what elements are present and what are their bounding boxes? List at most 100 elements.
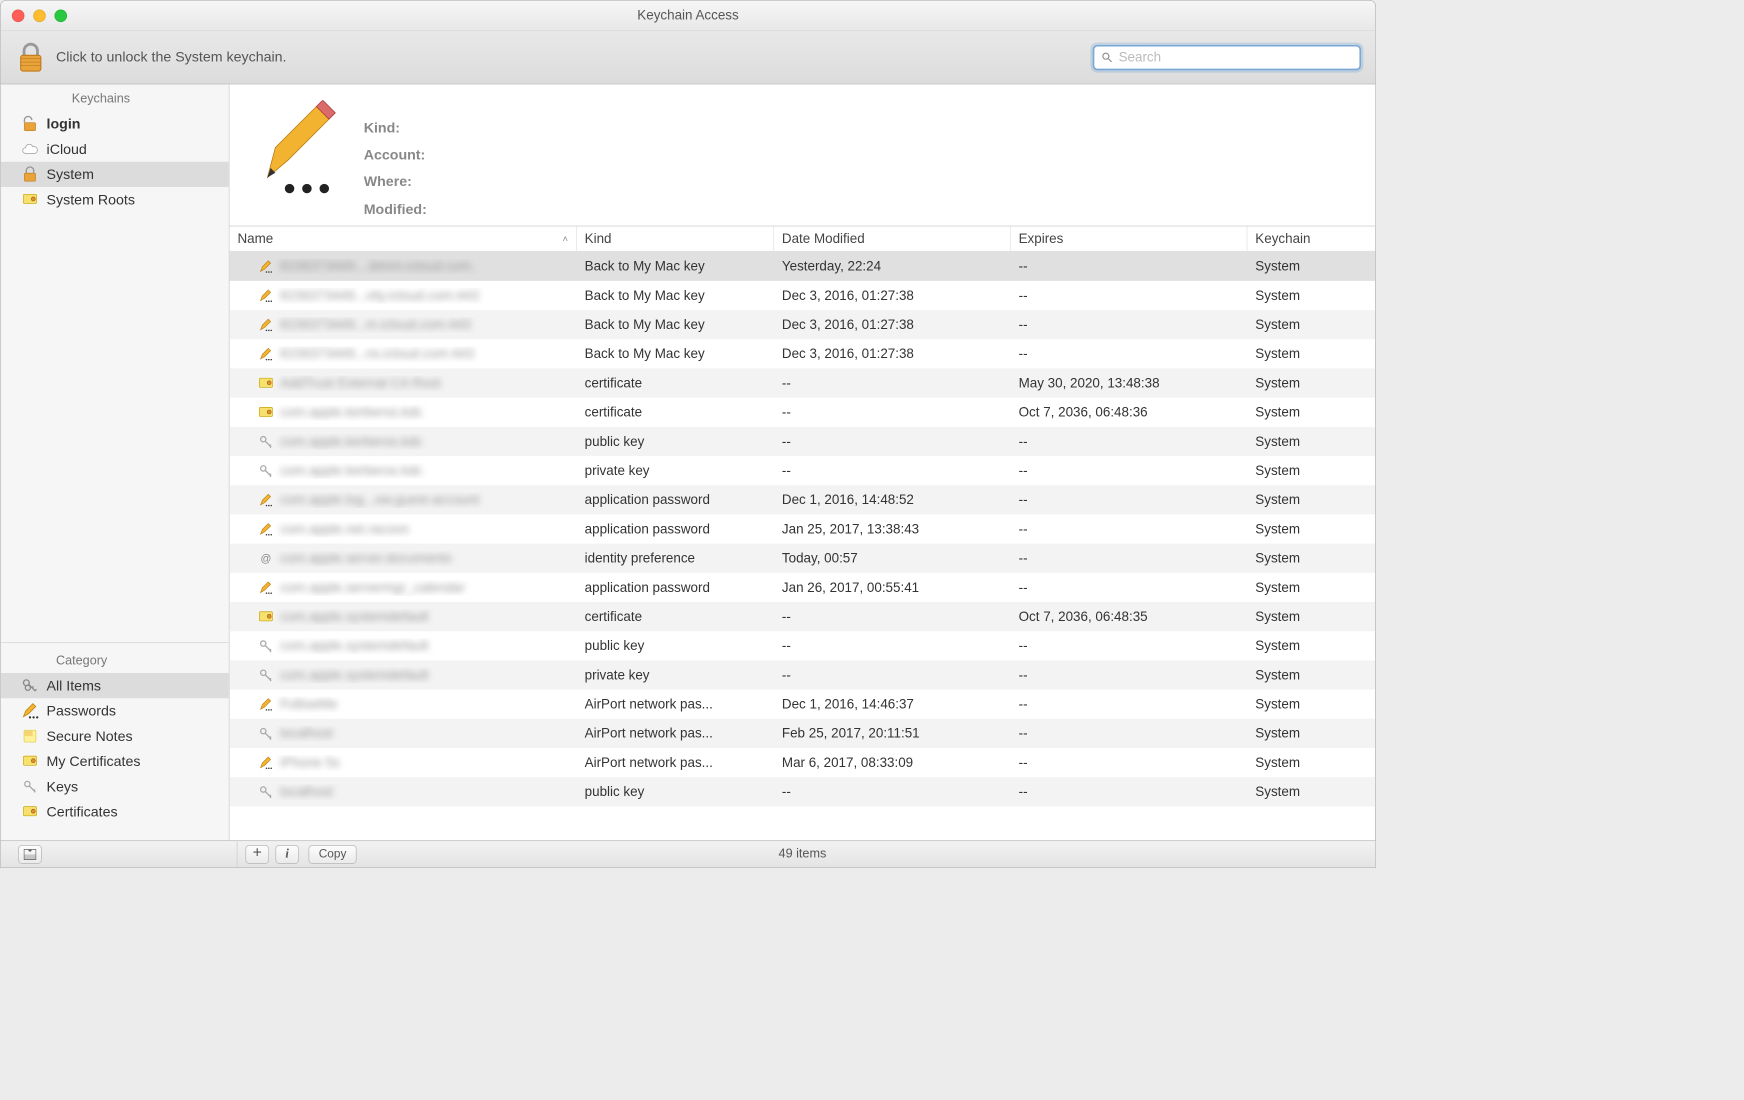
row-date: Mar 6, 2017, 08:33:09 [774,755,1011,771]
table-row[interactable]: localhost AirPort network pas...Feb 25, 2… [230,719,1376,748]
table-row[interactable]: localhostpublic key----System [230,777,1376,806]
table-row[interactable]: com.apple.kerberos.kdcpublic key----Syst… [230,427,1376,456]
search-field[interactable] [1093,45,1361,70]
col-name[interactable]: Name ˄ [230,226,577,250]
keychain-label: login [47,116,81,133]
category-label: Keys [47,778,79,795]
table-row[interactable]: 8156373449...ns.icloud.com:443Back to My… [230,339,1376,368]
table-row[interactable]: com.apple.net.racoonapplication password… [230,514,1376,543]
row-keychain: System [1247,696,1375,712]
row-date: -- [774,667,1011,683]
col-expires[interactable]: Expires [1011,226,1248,250]
row-keychain: System [1247,288,1375,304]
row-date: Today, 00:57 [774,550,1011,566]
category-item-all-items[interactable]: All Items [1,673,229,698]
toolbar: Click to unlock the System keychain. [1,31,1375,85]
keychain-label: System [47,166,94,183]
password-icon [253,100,340,195]
row-kind: Back to My Mac key [577,258,774,274]
row-expires: -- [1011,755,1248,771]
col-kind[interactable]: Kind [577,226,774,250]
col-date[interactable]: Date Modified [774,226,1011,250]
cloud-icon [21,140,38,157]
row-kind: Back to My Mac key [577,346,774,362]
row-keychain: System [1247,609,1375,625]
table-row[interactable]: com.apple.kerberos.kdcprivate key----Sys… [230,456,1376,485]
key-icon [258,667,274,683]
row-kind: public key [577,638,774,654]
row-expires: -- [1011,434,1248,450]
table-row[interactable]: 8156373449...vity.icloud.com:443Back to … [230,281,1376,310]
row-expires: Oct 7, 2036, 06:48:35 [1011,609,1248,625]
keychain-list: login iCloud System System Roots [1,111,229,212]
row-expires: -- [1011,638,1248,654]
category-item-keys[interactable]: Keys [1,774,229,799]
table-row[interactable]: iPhone 5sAirPort network pas...Mar 6, 20… [230,748,1376,777]
category-header: Category [1,646,229,673]
table-row[interactable]: 8156373449...m.icloud.com:443Back to My … [230,310,1376,339]
row-kind: application password [577,521,774,537]
category-item-passwords[interactable]: Passwords [1,698,229,723]
titlebar: Keychain Access [1,1,1375,31]
row-expires: -- [1011,463,1248,479]
table-row[interactable]: AddTrust External CA Rootcertificate--Ma… [230,368,1376,397]
row-kind: AirPort network pas... [577,696,774,712]
table-row[interactable]: com.apple.systemdefaultprivate key----Sy… [230,660,1376,689]
keychain-item-system[interactable]: System [1,162,229,187]
table-row[interactable]: com.apple.systemdefaultcertificate--Oct … [230,602,1376,631]
row-name: 8156373449....btmm.icloud.com. [280,258,475,274]
row-keychain: System [1247,404,1375,420]
row-expires: -- [1011,667,1248,683]
row-keychain: System [1247,638,1375,654]
keychain-item-system-roots[interactable]: System Roots [1,187,229,212]
row-kind: Back to My Mac key [577,288,774,304]
toggle-pane-button[interactable] [18,845,42,864]
table-row[interactable]: FollowMeAirPort network pas...Dec 1, 201… [230,690,1376,719]
row-kind: certificate [577,375,774,391]
row-name: com.apple.kerberos.kdc [280,463,422,479]
row-keychain: System [1247,755,1375,771]
row-expires: Oct 7, 2036, 06:48:36 [1011,404,1248,420]
row-name: com.apple.systemdefault [280,609,428,625]
col-name-label: Name [237,231,273,247]
row-date: Dec 1, 2016, 14:48:52 [774,492,1011,508]
row-name: iPhone 5s [280,755,340,771]
svg-text:@: @ [261,553,272,565]
add-button[interactable]: + [245,845,269,864]
table-row[interactable]: com.apple.log...ow.guest-accountapplicat… [230,485,1376,514]
keys-icon [21,677,38,694]
table-row[interactable]: @com.apple.server.documentsidentity pref… [230,544,1376,573]
table-row[interactable]: 8156373449....btmm.icloud.com. Back to My… [230,252,1376,281]
cert-icon [258,375,274,391]
row-expires: -- [1011,346,1248,362]
pencil-icon [258,521,274,537]
info-button[interactable]: i [275,845,299,864]
row-name: localhost [280,725,333,741]
row-kind: AirPort network pas... [577,725,774,741]
row-date: Feb 25, 2017, 20:11:51 [774,725,1011,741]
col-keychain[interactable]: Keychain [1247,226,1375,250]
lock-closed-icon [21,166,38,183]
cert-icon [21,191,38,208]
keychain-item-login[interactable]: login [1,111,229,136]
table-header: Name ˄ Kind Date Modified Expires Keycha… [230,226,1376,251]
row-date: Dec 3, 2016, 01:27:38 [774,317,1011,333]
table-row[interactable]: com.apple.kerberos.kdccertificate--Oct 7… [230,398,1376,427]
table-row[interactable]: com.apple.systemdefaultpublic key----Sys… [230,631,1376,660]
category-item-my-certificates[interactable]: My Certificates [1,749,229,774]
lock-icon[interactable] [15,40,47,75]
window-title: Keychain Access [1,7,1375,23]
pencil-icon [258,317,274,333]
table-body[interactable]: 8156373449....btmm.icloud.com. Back to My… [230,252,1376,841]
row-name: localhost [280,784,333,800]
row-date: Dec 3, 2016, 01:27:38 [774,346,1011,362]
category-item-certificates[interactable]: Certificates [1,799,229,824]
row-keychain: System [1247,521,1375,537]
keychain-label: System Roots [47,191,135,208]
category-item-secure-notes[interactable]: Secure Notes [1,724,229,749]
table-row[interactable]: com.apple.servermgr_calendarapplication … [230,573,1376,602]
search-input[interactable] [1119,49,1354,65]
copy-button[interactable]: Copy [308,845,356,864]
row-expires: -- [1011,317,1248,333]
keychain-item-icloud[interactable]: iCloud [1,136,229,161]
